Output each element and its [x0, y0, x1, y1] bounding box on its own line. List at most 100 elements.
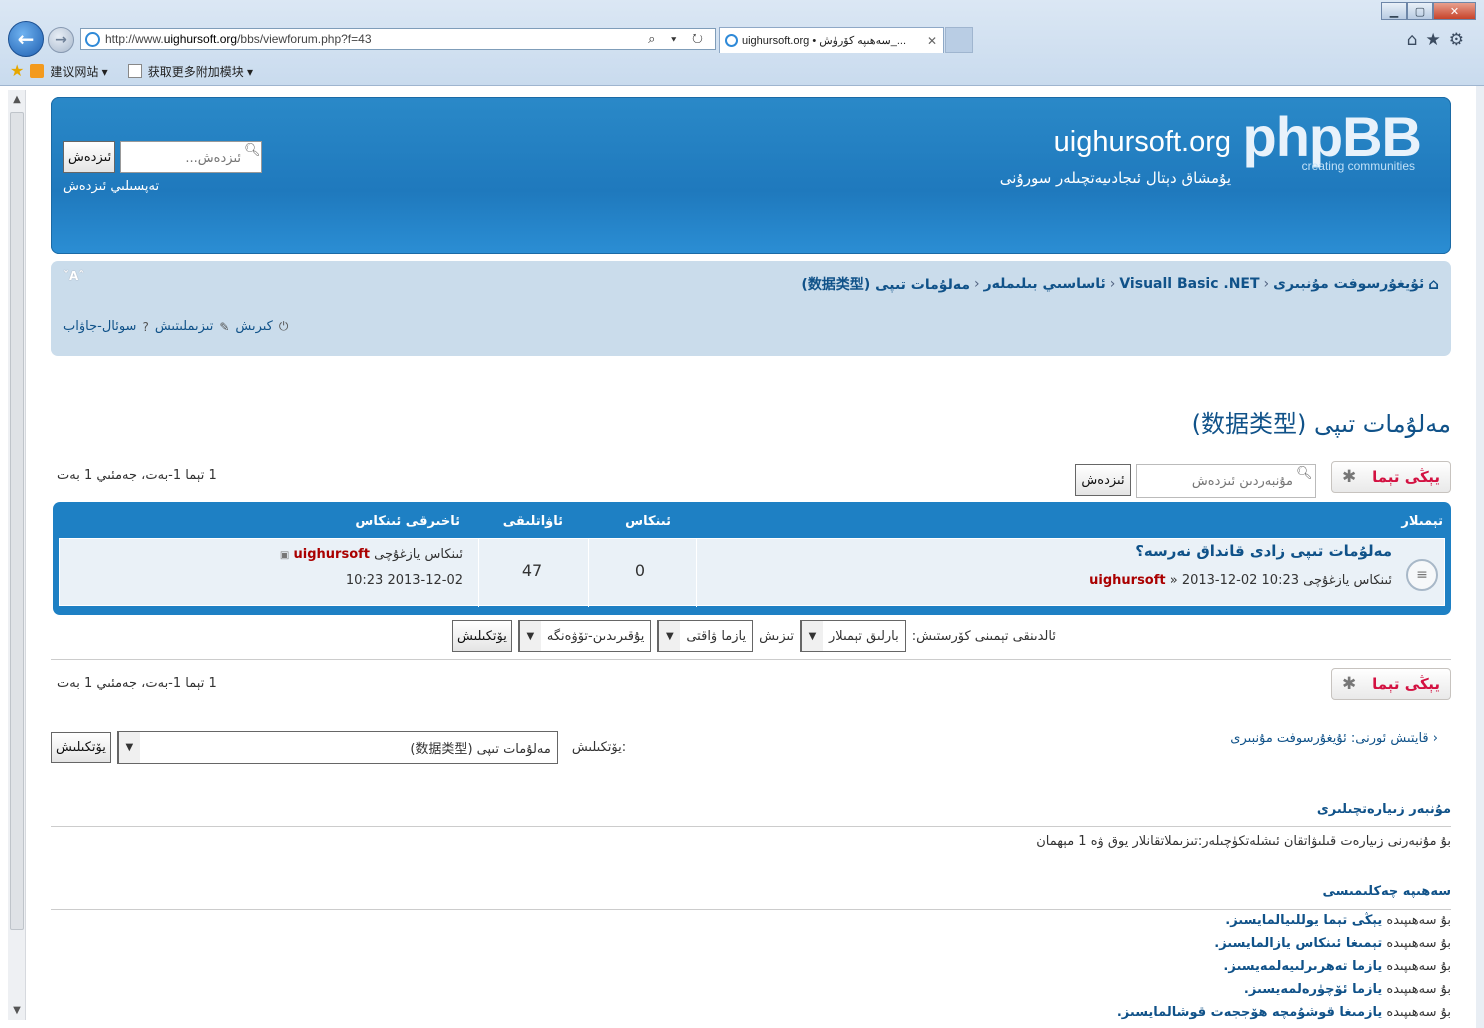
faq-link[interactable]: سوئال-جاۋاب: [63, 319, 136, 334]
table-header: تېمىلار ئىنكاس ئاۋاتلىقى ئاخىرقى ئىنكاس: [59, 506, 1445, 538]
sort-days-select[interactable]: ▼ بارلىق تېمىلار: [800, 620, 906, 652]
sort-go-button[interactable]: يۆتكىلىش: [452, 620, 512, 652]
jump-label: يۆتكىلىش:: [571, 740, 627, 755]
back-button[interactable]: ←: [8, 21, 44, 57]
permission-line: بۇ سەھىپىدە يازما تەھرىرلىيەلمەيسىز.: [1117, 955, 1451, 978]
header-last-post: ئاخىرقى ئىنكاس: [355, 514, 460, 529]
replies-count: 0: [634, 561, 646, 580]
header-replies: ئىنكاس: [625, 514, 671, 529]
divider: [51, 826, 1451, 827]
url-domain: uighursoft.org: [163, 32, 238, 46]
breadcrumb-item-basics[interactable]: ئاساسىي بىلىملەر: [984, 276, 1106, 292]
new-topic-label: يېڭى تېما: [1372, 468, 1440, 486]
breadcrumb-separator: ‹: [1263, 276, 1270, 292]
new-tab-button[interactable]: [945, 27, 973, 53]
permission-prefix: بۇ سەھىپىدە: [1382, 1005, 1451, 1020]
scroll-down-icon[interactable]: ▼: [8, 1005, 26, 1016]
breadcrumb-separator: ‹: [974, 276, 980, 292]
breadcrumb-item-board[interactable]: ئۇيغۇرسوفت مۇنبىرى: [1273, 276, 1424, 292]
forum-search-input[interactable]: [1136, 464, 1316, 498]
search-icon: 🔍︎: [1296, 466, 1313, 481]
forward-button[interactable]: →: [48, 27, 74, 53]
table-row: ≡ مەلۇمات تىپى زادى قانداق نەرسە؟ ئىنكاس…: [59, 538, 1445, 607]
last-post-by: ئىنكاس يازغۇچى uighursoft ▣: [280, 547, 463, 562]
sort-key-select[interactable]: ▼ يازما ۋاقتى: [657, 620, 754, 652]
header-topics: تېمىلار: [1401, 514, 1443, 529]
return-link[interactable]: ‹ قايتىش ئورنى: ئۇيغۇرسوفت مۇنبىرى: [1230, 731, 1438, 746]
last-post-time: 2013-12-02 10:23: [345, 573, 463, 588]
maximize-button[interactable]: ▢: [1407, 2, 1433, 20]
topic-posted-time: 2013-12-02 10:23: [1181, 573, 1299, 588]
scroll-thumb[interactable]: [10, 112, 24, 930]
forum-page: phpBB creating communities uighursoft.or…: [30, 86, 1476, 1028]
tab-title: uighursoft.org • سەھىپە كۆرۈش_...: [742, 35, 907, 47]
view-latest-post-icon[interactable]: ▣: [280, 550, 289, 561]
jump-box: يۆتكىلىش ▼ مەلۇمات تىپى (数据类型) يۆتكىلىش:: [51, 731, 626, 764]
register-icon: ✎: [219, 319, 230, 334]
phpbb-logo[interactable]: phpBB creating communities: [1242, 105, 1422, 174]
permission-text: يازمىغا قوشۇمچە ھۆججەت قوشالمايسىز.: [1116, 1005, 1383, 1020]
permission-text: يازما ئۆچۈرەلمەيسىز.: [1243, 982, 1383, 997]
new-topic-button[interactable]: ✱ يېڭى تېما: [1331, 461, 1451, 493]
breadcrumb-item-vbnet[interactable]: Visuall Basic .NET: [1119, 276, 1259, 292]
addons-link[interactable]: 获取更多附加模块 ▾: [148, 63, 253, 80]
header-search-input[interactable]: [120, 141, 262, 173]
chevron-down-icon: ▼: [801, 621, 824, 651]
register-link[interactable]: تىزىملىتىش: [155, 319, 214, 334]
sort-by-label: تىزىش: [759, 628, 795, 644]
header-search-button[interactable]: ئىزدەش: [63, 141, 115, 173]
forum-search-button[interactable]: ئىزدەش: [1075, 464, 1131, 496]
ie-icon: [85, 32, 100, 47]
tab-close-icon[interactable]: ✕: [927, 34, 937, 48]
page-title[interactable]: مەلۇمات تىپى (数据类型): [1192, 404, 1451, 439]
window-controls: ▁ ▢ ✕: [1381, 2, 1476, 20]
breadcrumb: ⌂ ئۇيغۇرسوفت مۇنبىرى ‹ Visuall Basic .NE…: [801, 274, 1439, 294]
topic-author[interactable]: uighursoft: [1089, 573, 1165, 588]
home-favorites-tools-icons[interactable]: ⌂★⚙: [1407, 30, 1472, 50]
logo-text: phpBB: [1242, 105, 1422, 168]
advanced-search-link[interactable]: تەپسىلىي ئىزدەش: [63, 179, 159, 194]
permission-line: بۇ سەھىپىدە تېمىغا ئىنكاس يازالمايسىز.: [1117, 932, 1451, 955]
url-prefix: http://www.: [105, 32, 164, 46]
permission-line: بۇ سەھىپىدە يېڭى تېما يوللىيالمايسىز.: [1117, 909, 1451, 932]
online-text: بۇ مۇنبەرنى زىيارەت قىلىۋاتقان ئىشلەتكۈچ…: [1036, 834, 1451, 849]
column-divider: [696, 539, 697, 607]
suggested-sites-link[interactable]: 建议网站 ▾: [50, 63, 107, 80]
favorites-star-icon[interactable]: ★: [10, 61, 24, 81]
jump-select-value: مەلۇمات تىپى (数据类型): [410, 742, 551, 757]
address-bar[interactable]: http://www. uighursoft.org/bbs/viewforum.…: [80, 28, 716, 50]
user-links: سوئال-جاۋاب ? تىزىملىتىش ✎ كىرىش ⏻: [63, 319, 288, 334]
sort-dir-select[interactable]: ▼ يۇقىرىدىن-تۆۋەنگە: [517, 620, 652, 652]
breadcrumb-separator: ‹: [1109, 276, 1116, 292]
tab-ie-icon: [725, 34, 738, 47]
pagination-top: 1 تېما 1-بەت، جەمئىي 1 بەت: [57, 468, 217, 483]
vertical-scrollbar[interactable]: ▲ ▼: [8, 90, 26, 1020]
home-icon[interactable]: ⌂: [1428, 275, 1439, 293]
window-edge: [1476, 86, 1484, 1028]
header-views: ئاۋاتلىقى: [502, 514, 563, 529]
topic-title[interactable]: مەلۇمات تىپى زادى قانداق نەرسە؟: [1135, 542, 1392, 560]
permission-prefix: بۇ سەھىپىدە: [1382, 913, 1451, 928]
jump-go-button[interactable]: يۆتكىلىش: [51, 732, 111, 763]
new-topic-star-icon: ✱: [1342, 467, 1357, 487]
site-title[interactable]: uighursoft.org: [1000, 125, 1231, 159]
minimize-button[interactable]: ▁: [1381, 2, 1407, 20]
font-size-toggle[interactable]: ˇAˆ: [63, 269, 84, 283]
chevron-down-icon: ▼: [518, 621, 541, 651]
new-topic-button-bottom[interactable]: ✱ يېڭى تېما: [1331, 668, 1451, 700]
breadcrumb-item-datatypes[interactable]: مەلۇمات تىپى (数据类型): [801, 274, 970, 294]
scroll-up-icon[interactable]: ▲: [8, 94, 26, 105]
topics-table: تېمىلار ئىنكاس ئاۋاتلىقى ئاخىرقى ئىنكاس …: [53, 502, 1451, 615]
login-link[interactable]: كىرىش: [235, 319, 272, 334]
sort-days-value: بارلىق تېمىلار: [829, 628, 899, 644]
login-icon: ⏻: [278, 319, 289, 333]
suggested-sites-icon: [30, 64, 45, 78]
last-post-author[interactable]: uighursoft: [294, 547, 370, 562]
sort-key-value: يازما ۋاقتى: [686, 628, 747, 644]
topic-byline: ئىنكاس يازغۇچى uighursoft » 2013-12-02 1…: [1089, 573, 1392, 588]
jump-select[interactable]: ▼ مەلۇمات تىپى (数据类型): [116, 731, 558, 764]
address-tools-icon[interactable]: ⌕ ▾ ↻: [648, 31, 709, 47]
browser-tab[interactable]: uighursoft.org • سەھىپە كۆرۈش_... ✕: [719, 27, 944, 53]
faq-icon: ?: [142, 319, 149, 334]
close-window-button[interactable]: ✕: [1433, 2, 1476, 20]
